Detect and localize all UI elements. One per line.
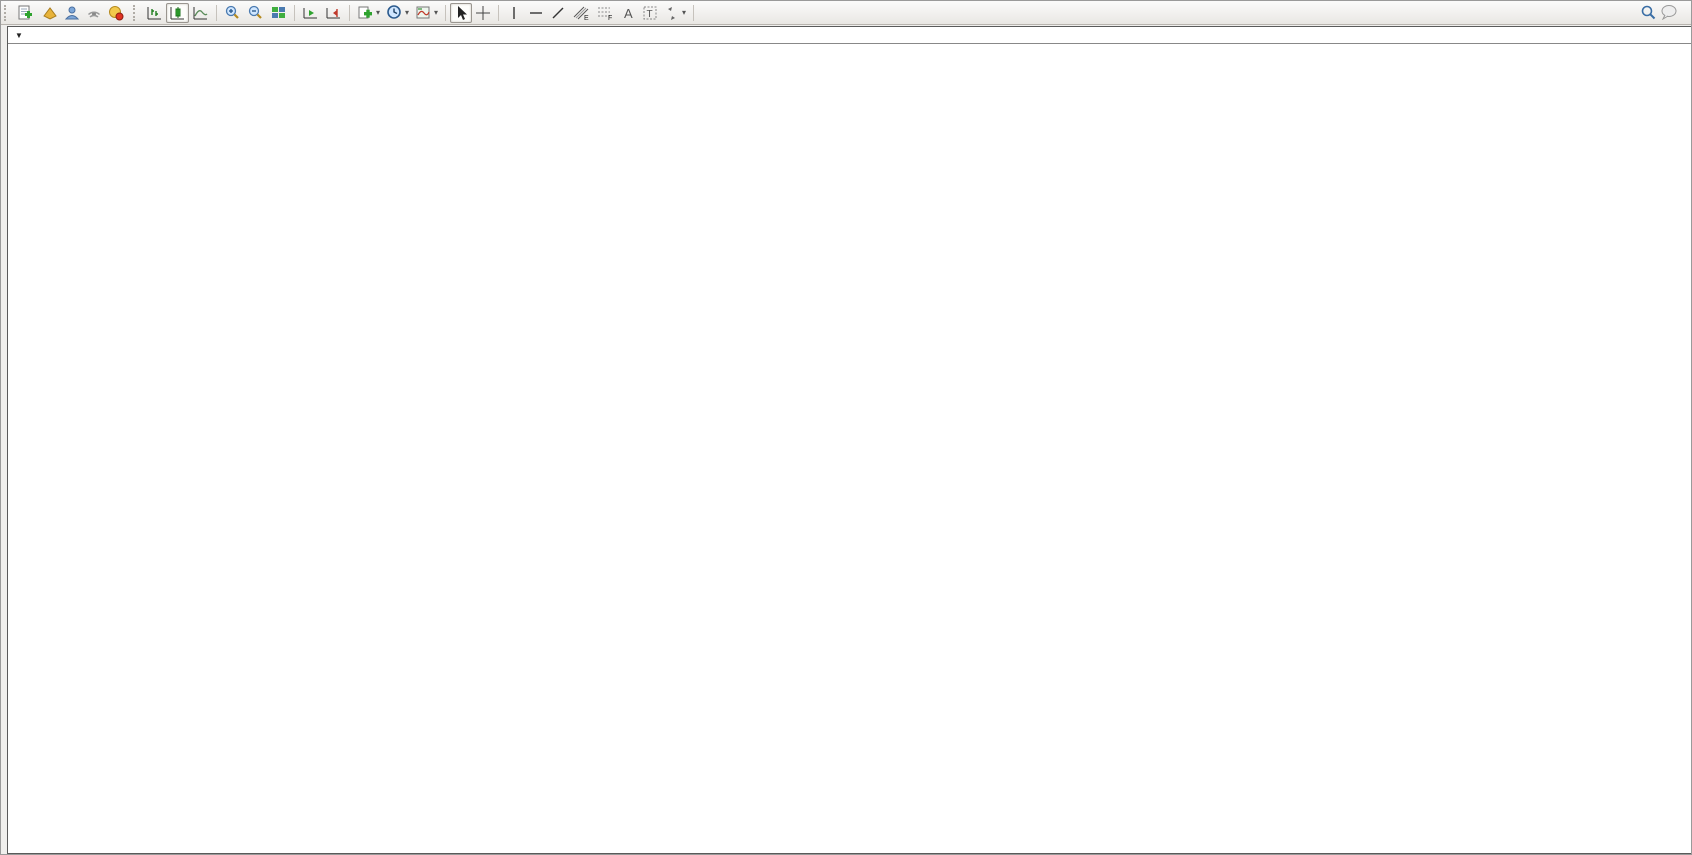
arrows-tool[interactable]: ▾	[661, 3, 689, 23]
text-label-tool[interactable]: T	[639, 3, 661, 23]
main-toolbar: ▾ ▾ ▾ E F A T ▾	[1, 1, 1692, 25]
crosshair-button[interactable]	[472, 3, 494, 23]
tile-windows-icon	[270, 5, 287, 21]
tile-windows-button[interactable]	[267, 3, 290, 23]
templates-icon	[415, 5, 432, 21]
auto-scroll-button[interactable]	[299, 3, 322, 23]
search-button[interactable]	[1637, 3, 1660, 23]
signal-icon	[86, 5, 102, 21]
hline-icon	[528, 5, 544, 21]
svg-text:A: A	[624, 6, 633, 21]
candlestick-icon	[169, 5, 186, 21]
clock-icon	[386, 4, 403, 21]
bar-chart-icon	[146, 5, 163, 21]
chart-window: ▼	[7, 26, 1692, 854]
toolbar-grip[interactable]	[4, 5, 11, 21]
indicators-caret: ▾	[376, 8, 380, 17]
bar-chart-mode-button[interactable]	[143, 3, 166, 23]
channel-icon: E	[572, 5, 590, 21]
vertical-line-tool[interactable]	[503, 3, 525, 23]
user-icon	[64, 5, 80, 21]
arrows-caret: ▾	[682, 8, 686, 17]
accounts-button[interactable]	[61, 3, 83, 23]
indicators-icon	[357, 5, 374, 21]
svg-text:F: F	[608, 15, 612, 21]
signals-button[interactable]	[83, 3, 105, 23]
templates-button[interactable]: ▾	[412, 3, 441, 23]
fibonacci-icon: F	[596, 5, 614, 21]
vline-icon	[508, 5, 520, 21]
trendline-icon	[550, 5, 566, 21]
fibonacci-tool[interactable]: F	[593, 3, 617, 23]
crosshair-icon	[475, 5, 491, 21]
svg-text:E: E	[584, 15, 589, 21]
horizontal-line-tool[interactable]	[525, 3, 547, 23]
svg-text:T: T	[647, 9, 653, 20]
chat-bubble-icon	[1660, 3, 1679, 20]
text-label-icon: T	[642, 5, 658, 21]
text-tool[interactable]: A	[617, 3, 639, 23]
trendline-tool[interactable]	[547, 3, 569, 23]
chart-shift-icon	[325, 5, 342, 21]
mt4-terminal: ▾ ▾ ▾ E F A T ▾	[0, 0, 1692, 855]
text-icon: A	[621, 5, 635, 21]
chart-shift-button[interactable]	[322, 3, 345, 23]
candlestick-mode-button[interactable]	[166, 3, 189, 23]
line-chart-icon	[192, 5, 209, 21]
auto-scroll-icon	[302, 5, 319, 21]
market-watch-icon	[42, 5, 58, 21]
toolbar-grip2[interactable]	[133, 5, 140, 21]
autotrading-icon	[108, 5, 124, 21]
arrows-icon	[664, 5, 680, 21]
chart-title-row: ▼	[8, 27, 1691, 44]
line-chart-mode-button[interactable]	[189, 3, 212, 23]
notifications-button[interactable]	[1660, 3, 1679, 23]
chart-plot[interactable]	[8, 44, 1691, 853]
chart-menu-arrow[interactable]: ▼	[15, 31, 23, 40]
zoom-in-icon	[224, 4, 241, 21]
market-watch-button[interactable]	[39, 3, 61, 23]
periods-caret: ▾	[405, 8, 409, 17]
zoom-in-button[interactable]	[221, 3, 244, 23]
periods-button[interactable]: ▾	[383, 3, 412, 23]
templates-caret: ▾	[434, 8, 438, 17]
zoom-out-icon	[247, 4, 264, 21]
cursor-icon	[454, 5, 469, 21]
new-order-button[interactable]	[14, 3, 39, 23]
search-icon	[1640, 4, 1657, 21]
new-order-icon	[17, 5, 33, 21]
cursor-button[interactable]	[450, 3, 472, 23]
autotrading-button[interactable]	[105, 3, 130, 23]
channel-tool[interactable]: E	[569, 3, 593, 23]
zoom-out-button[interactable]	[244, 3, 267, 23]
indicators-button[interactable]: ▾	[354, 3, 383, 23]
